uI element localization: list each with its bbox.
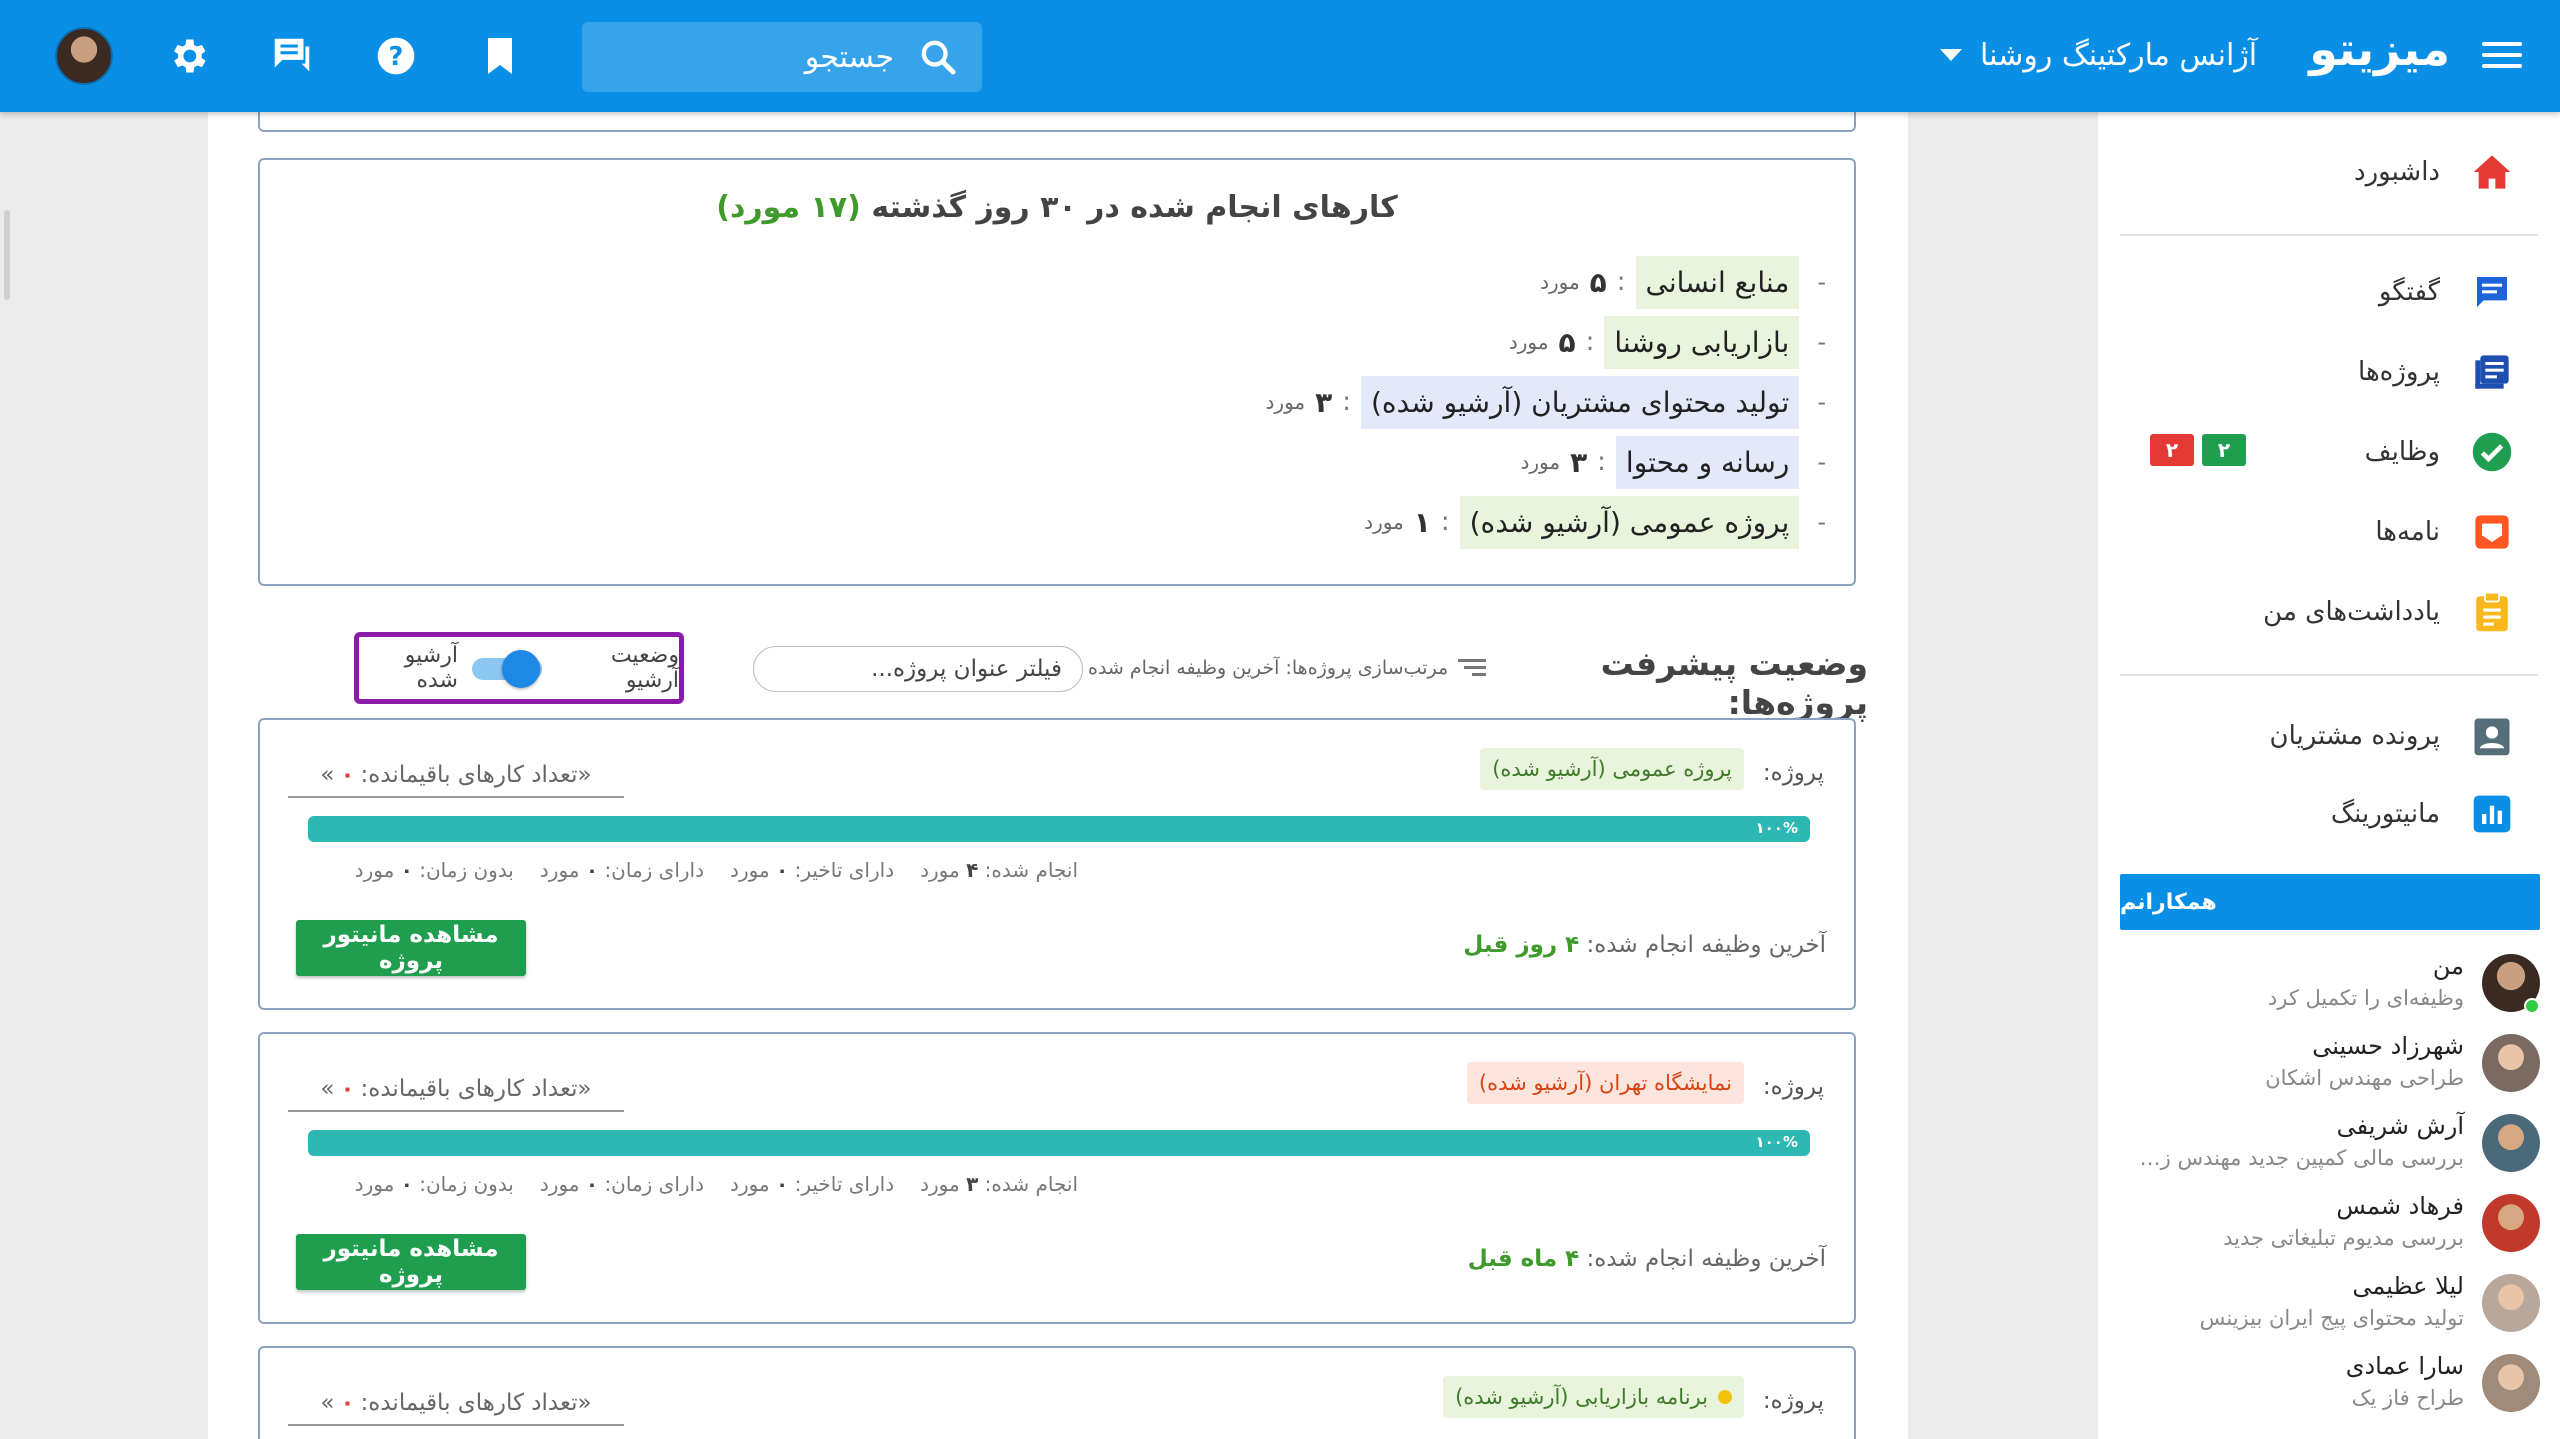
- avatar: [2482, 1354, 2540, 1412]
- sidebar-item-letters[interactable]: نامه‌ها: [2098, 498, 2560, 566]
- status-dot-icon: [1718, 1390, 1732, 1404]
- archive-label: وضعیت آرشیو: [610, 643, 679, 693]
- project-chip[interactable]: پروژه عمومی (آرشیو شده): [1459, 495, 1800, 549]
- org-name: آژانس مارکتینگ روشنا: [1980, 37, 2258, 73]
- project-card: پروژه: نمایشگاه تهران (آرشیو شده) «تعداد…: [258, 1032, 1856, 1324]
- project-label: پروژه:: [1762, 1388, 1824, 1414]
- progress-bar: ۱۰۰%: [308, 1130, 1810, 1156]
- help-icon[interactable]: ?: [370, 30, 422, 82]
- list-item: - رسانه و محتوا : ۳ مورد: [426, 432, 1826, 492]
- list-item: - تولید محتوای مشتریان (آرشیو شده) : ۳ م…: [426, 372, 1826, 432]
- sidebar: داشبورد گفتگو پروژه‌ها ۲ ۲ وظایف نامه‌ها…: [2098, 112, 2560, 1439]
- search-box[interactable]: [582, 22, 982, 92]
- remaining-count: «تعداد کارهای باقیمانده: ۰»: [288, 1068, 624, 1112]
- done-tasks-title: کارهای انجام شده در ۳۰ روز گذشته (۱۷ مور…: [716, 190, 1398, 225]
- project-label: پروژه:: [1762, 1074, 1824, 1100]
- sort-label: مرتب‌سازی پروژه‌ها: آخرین وظیفه انجام شد…: [1088, 657, 1449, 679]
- project-name[interactable]: برنامه بازاریابی (آرشیو شده): [1443, 1376, 1744, 1418]
- svg-text:?: ?: [389, 42, 404, 72]
- clipboard-icon: [2470, 590, 2514, 634]
- sort-icon[interactable]: [1458, 657, 1487, 679]
- sidebar-item-customers[interactable]: پرونده مشتریان: [2098, 702, 2560, 770]
- sidebar-item-chat[interactable]: گفتگو: [2098, 258, 2560, 326]
- done-tasks-card: کارهای انجام شده در ۳۰ روز گذشته (۱۷ مور…: [258, 158, 1856, 586]
- colleague-item[interactable]: آرش شریفی بررسی مالی کمپین جدید مهندس زی…: [2120, 1110, 2540, 1190]
- avatar: [2482, 1274, 2540, 1332]
- org-switcher[interactable]: آژانس مارکتینگ روشنا: [1940, 30, 2270, 80]
- archive-value: آرشیو شده: [404, 643, 458, 693]
- sort-control[interactable]: مرتب‌سازی پروژه‌ها: آخرین وظیفه انجام شد…: [1088, 648, 1498, 688]
- project-name[interactable]: پروژه عمومی (آرشیو شده): [1480, 748, 1744, 790]
- colleague-item[interactable]: من وظیفه‌ای را تکمیل کرد: [2120, 950, 2540, 1030]
- colleague-item[interactable]: سارا عمادی طراح فاز یک: [2120, 1350, 2540, 1430]
- letter-icon: [2470, 510, 2514, 554]
- colleagues-header[interactable]: همکارانم: [2120, 874, 2540, 930]
- search-icon[interactable]: [918, 37, 958, 77]
- project-card: پروژه: برنامه بازاریابی (آرشیو شده) «تعد…: [258, 1346, 1856, 1439]
- archive-toggle-box: وضعیت آرشیو آرشیو شده: [354, 632, 684, 704]
- top-bar: ? آژانس مارکتینگ روشنا میزیتو: [0, 0, 2560, 112]
- view-monitor-button[interactable]: مشاهده مانیتور پروژه: [296, 920, 526, 976]
- avatar: [2482, 1194, 2540, 1252]
- scrollbar[interactable]: [4, 210, 10, 300]
- chat-icon[interactable]: [266, 30, 318, 82]
- colleague-item[interactable]: لیلا عظیمی تولید محتوای پیج ایران بیزینس: [2120, 1270, 2540, 1350]
- chat-icon: [2470, 270, 2514, 314]
- last-done: آخرین وظیفه انجام شده: ۴ روز قبل: [1463, 932, 1826, 958]
- colleague-item[interactable]: شهرزاد حسینی طراحی مهندس اشکان: [2120, 1030, 2540, 1110]
- section-title: وضعیت پیشرفت پروژه‌ها:: [1600, 644, 1868, 722]
- project-filter-input[interactable]: [753, 646, 1083, 692]
- task-stats: انجام شده: ۴ مورد دارای تاخیر: ۰ مورد دا…: [354, 858, 1078, 882]
- check-icon: [2470, 430, 2514, 474]
- sidebar-item-projects[interactable]: پروژه‌ها: [2098, 338, 2560, 406]
- list-item: - پروژه عمومی (آرشیو شده) : ۱ مورد: [426, 492, 1826, 552]
- projects-icon: [2470, 350, 2514, 394]
- archive-toggle[interactable]: [471, 650, 542, 688]
- sidebar-item-notes[interactable]: یادداشت‌های من: [2098, 578, 2560, 646]
- divider: [2120, 234, 2538, 236]
- done-tasks-list: - منابع انسانی : ۵ مورد - بازاریابی روشن…: [426, 252, 1826, 552]
- progress-bar: ۱۰۰%: [308, 816, 1810, 842]
- task-stats: انجام شده: ۳ مورد دارای تاخیر: ۰ مورد دا…: [354, 1172, 1078, 1196]
- colleague-item[interactable]: فرهاد شمس بررسی مدیوم تبلیغاتی جدید: [2120, 1190, 2540, 1270]
- avatar: [2482, 1034, 2540, 1092]
- list-item: - بازاریابی روشنا : ۵ مورد: [426, 312, 1826, 372]
- last-done: آخرین وظیفه انجام شده: ۴ ماه قبل: [1467, 1246, 1826, 1272]
- list-item: - منابع انسانی : ۵ مورد: [426, 252, 1826, 312]
- project-chip[interactable]: تولید محتوای مشتریان (آرشیو شده): [1360, 375, 1800, 429]
- bookmark-icon[interactable]: [474, 30, 526, 82]
- avatar: [2482, 1114, 2540, 1172]
- project-label: پروژه:: [1762, 760, 1824, 786]
- contact-icon: [2470, 714, 2514, 758]
- project-chip[interactable]: بازاریابی روشنا: [1604, 315, 1800, 369]
- user-avatar[interactable]: [55, 27, 113, 85]
- home-icon: [2470, 150, 2514, 194]
- remaining-count: «تعداد کارهای باقیمانده: ۰»: [288, 1382, 624, 1426]
- search-input[interactable]: [614, 22, 894, 92]
- gear-icon[interactable]: [162, 30, 214, 82]
- tasks-badge-red: ۲: [2150, 434, 2194, 466]
- project-chip[interactable]: رسانه و محتوا: [1615, 435, 1800, 489]
- sidebar-item-dashboard[interactable]: داشبورد: [2098, 138, 2560, 206]
- sidebar-item-tasks[interactable]: ۲ ۲ وظایف: [2098, 418, 2560, 486]
- project-card: پروژه: پروژه عمومی (آرشیو شده) «تعداد کا…: [258, 718, 1856, 1010]
- main-content: کارهای انجام شده در ۳۰ روز گذشته (۱۷ مور…: [208, 102, 1908, 1439]
- remaining-count: «تعداد کارهای باقیمانده: ۰»: [288, 754, 624, 798]
- project-chip[interactable]: منابع انسانی: [1635, 255, 1800, 309]
- view-monitor-button[interactable]: مشاهده مانیتور پروژه: [296, 1234, 526, 1290]
- tasks-badge-green: ۲: [2202, 434, 2246, 466]
- online-status-icon: [2524, 998, 2540, 1014]
- hamburger-icon[interactable]: [2482, 42, 2522, 72]
- sidebar-item-monitoring[interactable]: مانیتورینگ: [2098, 780, 2560, 848]
- brand-logo[interactable]: میزیتو: [2309, 22, 2450, 88]
- divider: [2120, 674, 2538, 676]
- caret-down-icon: [1940, 49, 1962, 61]
- project-name[interactable]: نمایشگاه تهران (آرشیو شده): [1466, 1062, 1744, 1104]
- chart-icon: [2470, 792, 2514, 836]
